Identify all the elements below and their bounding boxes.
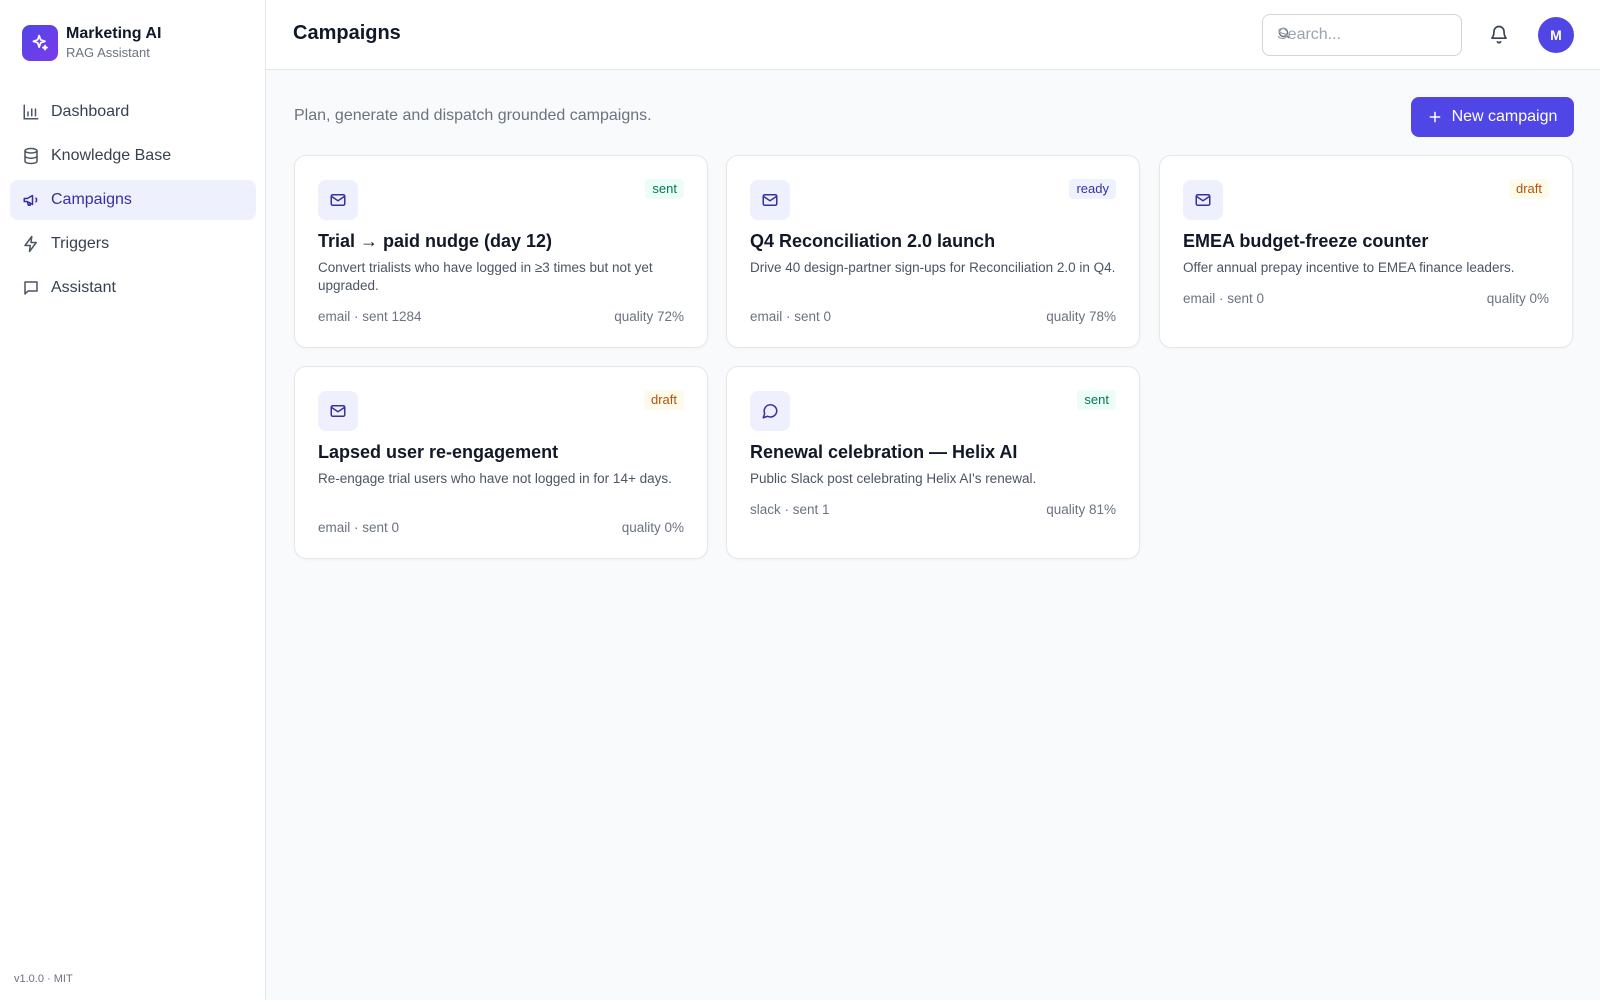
brand-title: Marketing AI — [66, 25, 162, 42]
message-circle-icon — [750, 391, 790, 431]
campaign-quality: quality 0% — [1486, 291, 1549, 306]
sidebar-item-campaigns[interactable]: Campaigns — [10, 180, 256, 220]
sidebar-item-dashboard[interactable]: Dashboard — [10, 92, 256, 132]
page-title: Campaigns — [293, 22, 401, 44]
campaign-card[interactable]: sent Renewal celebration — Helix AI Publ… — [726, 366, 1140, 559]
avatar[interactable]: M — [1538, 17, 1574, 53]
campaign-description: Offer annual prepay incentive to EMEA fi… — [1183, 260, 1515, 275]
brand[interactable]: Marketing AI RAG Assistant — [22, 24, 161, 62]
campaign-quality: quality 0% — [621, 520, 684, 535]
campaign-description: Convert trialists who have logged in ≥3 … — [318, 260, 653, 293]
page-subtitle: Plan, generate and dispatch grounded cam… — [294, 107, 652, 124]
campaign-quality: quality 81% — [1046, 502, 1116, 517]
search-box[interactable] — [1262, 14, 1462, 56]
campaign-card[interactable]: draft Lapsed user re-engagement Re-engag… — [294, 366, 708, 559]
campaign-quality: quality 72% — [614, 309, 684, 324]
bar-chart-icon — [22, 103, 40, 121]
message-square-icon — [22, 279, 40, 297]
campaign-title: Trial → paid nudge (day 12) — [318, 231, 553, 251]
campaign-title: Lapsed user re-engagement — [318, 442, 559, 462]
campaign-meta: email · sent 0 — [1183, 291, 1265, 306]
brand-subtitle: RAG Assistant — [66, 45, 150, 60]
sparkles-icon — [22, 25, 58, 61]
megaphone-icon — [22, 191, 40, 209]
campaign-description: Re-engage trial users who have not logge… — [318, 471, 672, 486]
mail-icon — [1183, 180, 1223, 220]
bell-icon[interactable] — [1489, 24, 1509, 49]
status-badge: draft — [1508, 179, 1549, 199]
top-header: Campaigns M — [266, 0, 1600, 70]
version-label: v1.0.0 · MIT — [14, 973, 73, 985]
status-badge: sent — [645, 179, 684, 199]
status-badge: ready — [1069, 179, 1116, 199]
zap-icon — [22, 235, 40, 253]
campaign-card[interactable]: sent Trial → paid nudge (day 12) Convert… — [294, 155, 708, 348]
campaign-meta: slack · sent 1 — [750, 502, 830, 517]
campaign-card[interactable]: ready Q4 Reconciliation 2.0 launch Drive… — [726, 155, 1140, 348]
search-input[interactable] — [1277, 15, 1457, 55]
campaign-quality: quality 78% — [1046, 309, 1116, 324]
mail-icon — [750, 180, 790, 220]
campaign-meta: email · sent 0 — [750, 309, 832, 324]
sidebar-item-label: Assistant — [51, 279, 116, 296]
database-icon — [22, 147, 40, 165]
sidebar-item-label: Knowledge Base — [51, 147, 172, 164]
campaign-meta: email · sent 1284 — [318, 309, 422, 324]
sidebar-item-label: Dashboard — [51, 103, 130, 120]
campaign-title: Renewal celebration — Helix AI — [750, 442, 1018, 462]
campaign-card[interactable]: draft EMEA budget-freeze counter Offer a… — [1159, 155, 1573, 348]
campaign-title: EMEA budget-freeze counter — [1183, 231, 1429, 251]
sidebar-item-knowledge-base[interactable]: Knowledge Base — [10, 136, 256, 176]
campaign-description: Public Slack post celebrating Helix AI's… — [750, 471, 1037, 486]
sidebar-item-assistant[interactable]: Assistant — [10, 268, 256, 308]
sidebar-item-label: Triggers — [51, 235, 110, 252]
sidebar-item-label: Campaigns — [51, 191, 132, 208]
sidebar-nav: Dashboard Knowledge Base Campaigns Trigg… — [10, 92, 256, 312]
status-badge: sent — [1077, 390, 1116, 410]
new-campaign-label: New campaign — [1451, 108, 1558, 125]
mail-icon — [318, 391, 358, 431]
campaign-meta: email · sent 0 — [318, 520, 400, 535]
status-badge: draft — [643, 390, 684, 410]
campaign-description: Drive 40 design-partner sign-ups for Rec… — [750, 260, 1116, 275]
campaign-title: Q4 Reconciliation 2.0 launch — [750, 231, 996, 251]
mail-icon — [318, 180, 358, 220]
sidebar: Marketing AI RAG Assistant Dashboard Kno… — [0, 0, 266, 1000]
sidebar-item-triggers[interactable]: Triggers — [10, 224, 256, 264]
plus-icon — [1428, 110, 1442, 124]
new-campaign-button[interactable]: New campaign — [1411, 97, 1574, 137]
